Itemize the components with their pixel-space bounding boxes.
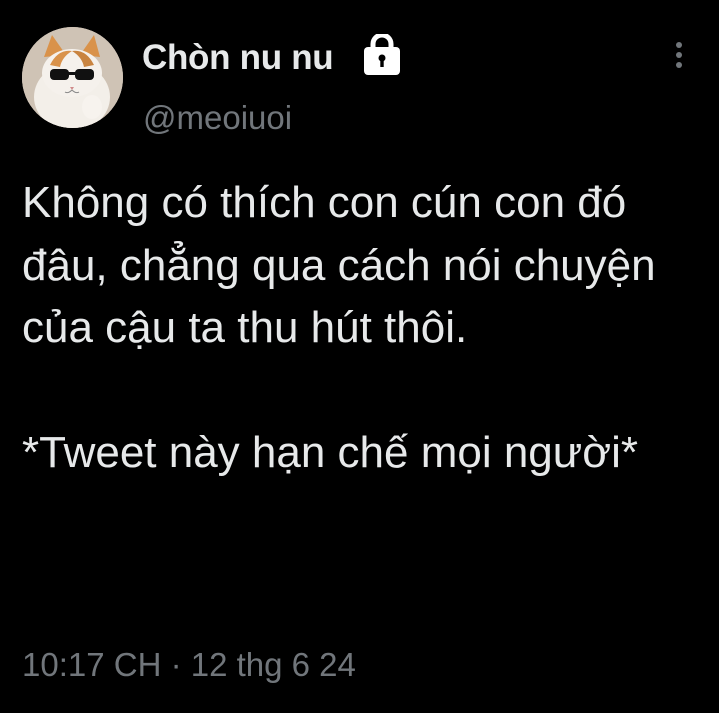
more-vertical-icon[interactable]	[662, 38, 696, 72]
tweet-paragraph: Không có thích con cún con đó đâu, chẳng…	[22, 178, 656, 352]
author-handle[interactable]: @meoiuoi	[143, 99, 292, 137]
author-display-name[interactable]: Chòn nu nu	[142, 38, 334, 78]
tweet-card: Chòn nu nu @meoiuoi Không có thích con c…	[0, 0, 719, 713]
lock-icon	[361, 32, 405, 78]
tweet-text: Không có thích con cún con đó đâu, chẳng…	[22, 172, 702, 485]
tweet-timestamp[interactable]: 10:17 CH · 12 thg 6 24	[22, 644, 356, 686]
avatar[interactable]	[22, 27, 123, 128]
cat-avatar-icon	[22, 27, 123, 128]
tweet-paragraph: *Tweet này hạn chế mọi người*	[22, 428, 638, 477]
